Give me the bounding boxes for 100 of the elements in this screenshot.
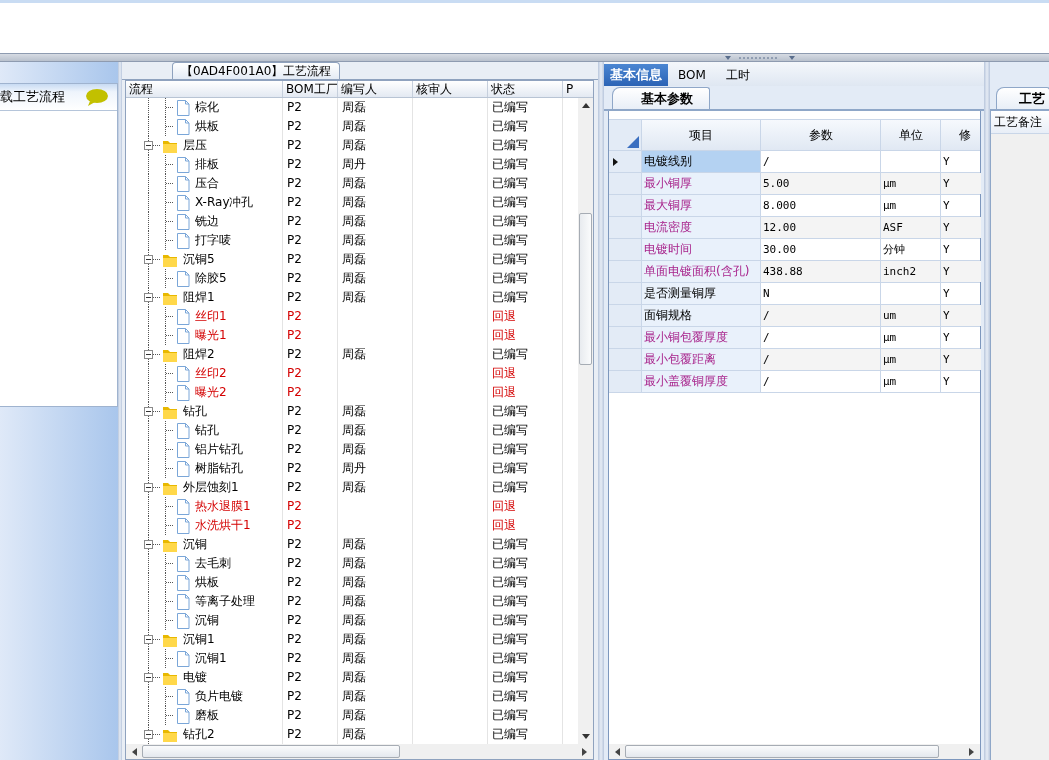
table-cell: /	[763, 331, 770, 344]
collapse-icon[interactable]	[144, 255, 153, 264]
table-row[interactable]: 最小盖覆铜厚度 / µm Y	[609, 371, 980, 393]
table-cell: 周磊	[342, 233, 366, 247]
collapse-icon[interactable]	[144, 407, 153, 416]
collapse-icon[interactable]	[144, 141, 153, 150]
table-cell: 周磊	[342, 480, 366, 494]
tree-node[interactable]: 热水退膜1	[190, 497, 251, 516]
table-cell: 周磊	[342, 214, 366, 228]
table-cell: 12.00	[763, 221, 797, 234]
tree-node[interactable]: 烘板	[190, 117, 219, 136]
tree-node[interactable]: 压合	[190, 174, 219, 193]
tree-node[interactable]: 去毛刺	[190, 554, 231, 573]
tree-node[interactable]: 铝片钻孔	[190, 440, 243, 459]
tree-node[interactable]: 铣边	[190, 212, 219, 231]
table-row[interactable]: 电镀线别 / Y	[609, 151, 980, 173]
tab[interactable]: 基本信息	[604, 64, 668, 86]
collapse-icon[interactable]	[144, 635, 153, 644]
tree-node[interactable]: X-Ray冲孔	[190, 193, 254, 212]
tree-node[interactable]: 水洗烘干1	[190, 516, 251, 535]
collapse-icon[interactable]	[144, 540, 153, 549]
collapse-icon[interactable]	[144, 483, 153, 492]
tab[interactable]: 工艺	[996, 87, 1049, 109]
table-row[interactable]: 最大铜厚 8.000 µm Y	[609, 195, 980, 217]
scrollbar[interactable]	[609, 744, 980, 759]
tree-node[interactable]: 沉铜1	[190, 649, 227, 668]
scroll-thumb[interactable]	[142, 745, 400, 758]
collapse-icon[interactable]	[144, 350, 153, 359]
table-row[interactable]: 电流密度 12.00 ASF Y	[609, 217, 980, 239]
table-row[interactable]: 电镀时间 30.00 分钟 Y	[609, 239, 980, 261]
tree-node[interactable]: 曝光2	[190, 383, 227, 402]
tree-node[interactable]: 丝印2	[190, 364, 227, 383]
column-header[interactable]: P	[563, 81, 578, 97]
table-cell: 已编写	[492, 157, 528, 171]
table-row[interactable]: 最小包覆距离 / µm Y	[609, 349, 980, 371]
table-cell: P2	[287, 195, 302, 209]
column-header[interactable]: 单位	[881, 120, 941, 150]
column-header[interactable]: 参数	[761, 120, 881, 150]
table-cell: 周磊	[342, 708, 366, 722]
column-header[interactable]: BOM工厂	[283, 81, 338, 97]
collapse-icon[interactable]	[144, 730, 153, 739]
tab[interactable]: 工时	[715, 64, 760, 86]
scrollbar[interactable]	[578, 98, 593, 744]
table-row[interactable]: 面铜规格 / um Y	[609, 305, 980, 327]
collapse-icon[interactable]	[144, 293, 153, 302]
row-header[interactable]	[609, 151, 642, 172]
table-cell: 周磊	[342, 651, 366, 665]
tree-node[interactable]: 等离子处理	[190, 592, 255, 611]
tree-node[interactable]: 打字唛	[190, 231, 231, 250]
right-arrow-icon	[581, 746, 589, 757]
tree-node[interactable]: 钻孔	[190, 421, 219, 440]
document-icon	[176, 517, 190, 534]
scroll-thumb[interactable]	[625, 745, 939, 758]
tab[interactable]: 基本参数	[612, 87, 710, 109]
tree-node[interactable]: 排板	[190, 155, 219, 174]
tree-node[interactable]: 钻孔	[178, 402, 207, 421]
scroll-thumb[interactable]	[579, 213, 592, 365]
tree-node[interactable]: 外层蚀刻1	[178, 478, 239, 497]
scrollbar[interactable]	[126, 744, 593, 759]
tree-node[interactable]: 电镀	[178, 668, 207, 687]
collapse-icon[interactable]	[144, 673, 153, 682]
tree-node[interactable]: 棕化	[190, 98, 219, 117]
tree-node[interactable]: 层压	[178, 136, 207, 155]
document-icon	[176, 175, 190, 192]
tree-node[interactable]: 负片电镀	[190, 687, 243, 706]
speech-bubble-icon	[85, 87, 109, 107]
tree-node[interactable]: 沉铜	[190, 611, 219, 630]
column-header[interactable]: 项目	[642, 120, 761, 150]
column-header[interactable]: 编写人	[338, 81, 413, 97]
tree-node[interactable]: 烘板	[190, 573, 219, 592]
table-cell: 回退	[492, 385, 516, 399]
table-cell: 最大铜厚	[644, 197, 692, 214]
tree-node[interactable]: 沉铜5	[178, 250, 215, 269]
table-cell: 已编写	[492, 632, 528, 646]
tree-node[interactable]: 阻焊1	[178, 288, 215, 307]
tree-node[interactable]: 阻焊2	[178, 345, 215, 364]
table-cell: 周磊	[342, 537, 366, 551]
table-cell: inch2	[883, 265, 917, 278]
table-row[interactable]: 单面电镀面积(含孔) 438.88 inch2 Y	[609, 261, 980, 283]
table-cell: 最小盖覆铜厚度	[644, 373, 728, 390]
tree-node[interactable]: 沉铜1	[178, 630, 215, 649]
column-header[interactable]: 修	[941, 120, 981, 150]
table-cell: P2	[287, 100, 302, 114]
tree-node[interactable]: 丝印1	[190, 307, 227, 326]
tree-node[interactable]: 树脂钻孔	[190, 459, 243, 478]
column-header[interactable]: 核审人	[413, 81, 488, 97]
table-cell: µm	[883, 353, 897, 366]
table-row[interactable]: 最小铜厚 5.00 µm Y	[609, 173, 980, 195]
column-header[interactable]: 流程	[126, 81, 283, 97]
tree-node[interactable]: 除胶5	[190, 269, 227, 288]
table-cell: 周磊	[342, 442, 366, 456]
tree-node[interactable]: 沉铜	[178, 535, 207, 554]
column-header[interactable]: 状态	[488, 81, 563, 97]
tree-node[interactable]: 磨板	[190, 706, 219, 725]
table-cell: 周丹	[342, 157, 366, 171]
tree-node[interactable]: 钻孔2	[178, 725, 215, 744]
splitter-grip-icon[interactable]	[724, 54, 795, 61]
table-cell: 周磊	[342, 632, 366, 646]
tree-node[interactable]: 曝光1	[190, 326, 227, 345]
tab[interactable]: BOM	[668, 64, 716, 86]
